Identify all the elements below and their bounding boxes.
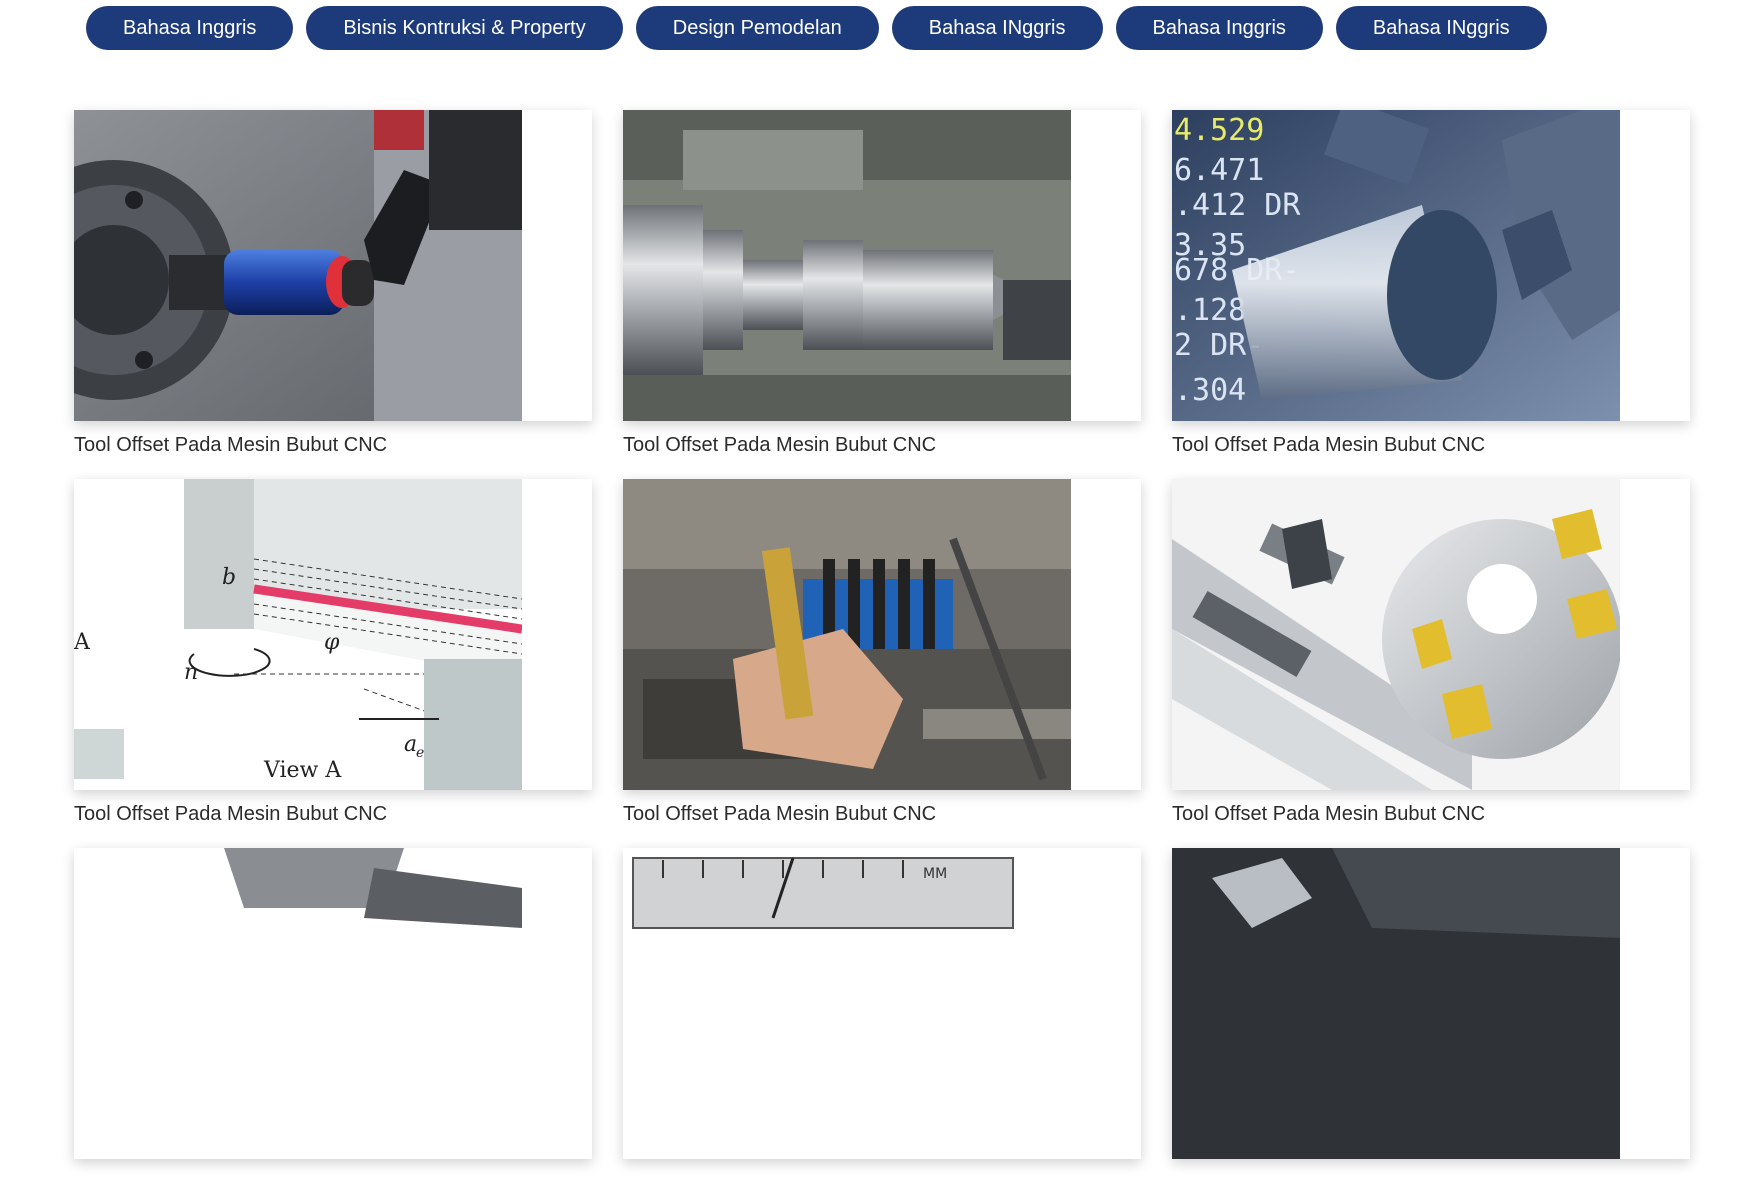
tab-bisnis-kontruksi-property[interactable]: Bisnis Kontruksi & Property (306, 6, 623, 50)
cutting-diagram-image: b A n φ a e View A (74, 479, 522, 790)
article-card[interactable] (74, 848, 592, 1195)
milling-machine-hand-image (623, 479, 1071, 790)
article-card[interactable]: Tool Offset Pada Mesin Bubut CNC (623, 479, 1141, 826)
article-thumbnail[interactable] (74, 110, 592, 421)
article-thumbnail[interactable] (1172, 479, 1690, 790)
partial-tool-image (74, 848, 522, 1159)
cnc-readout-cylinder-image: 4.529 6.471 .412 DR 3.35 678 DR- .128 2 … (1172, 110, 1620, 421)
diagram-label: e (416, 745, 424, 761)
article-card[interactable]: b A n φ a e View A Tool Offset Pada Mesi… (74, 479, 592, 826)
tab-bahasa-inggris-2[interactable]: Bahasa INggris (891, 6, 1103, 50)
article-thumbnail[interactable]: b A n φ a e View A (74, 479, 592, 790)
article-title[interactable]: Tool Offset Pada Mesin Bubut CNC (74, 433, 592, 457)
article-card[interactable]: Tool Offset Pada Mesin Bubut CNC (623, 110, 1141, 457)
article-title[interactable] (1172, 1171, 1690, 1195)
article-card[interactable]: 4.529 6.471 .412 DR 3.35 678 DR- .128 2 … (1172, 110, 1690, 457)
tab-design-pemodelan[interactable]: Design Pemodelan (635, 6, 879, 50)
article-thumbnail[interactable] (623, 110, 1141, 421)
article-card[interactable]: Tool Offset Pada Mesin Bubut CNC (1172, 479, 1690, 826)
article-title[interactable] (74, 1171, 592, 1195)
diagram-label: n (184, 660, 198, 685)
tab-bahasa-inggris-3[interactable]: Bahasa Inggris (1115, 6, 1323, 50)
article-title[interactable]: Tool Offset Pada Mesin Bubut CNC (1172, 433, 1690, 457)
article-title[interactable]: Tool Offset Pada Mesin Bubut CNC (1172, 802, 1690, 826)
readout-line: 6.471 (1174, 153, 1264, 188)
article-thumbnail[interactable] (74, 848, 592, 1159)
readout-line: .304 (1174, 373, 1246, 408)
article-title[interactable] (623, 1171, 1141, 1195)
partial-gauge-image: MM (623, 848, 1071, 1159)
diagram-label: A (74, 630, 91, 655)
tab-bahasa-inggris-4[interactable]: Bahasa INggris (1335, 6, 1547, 50)
article-thumbnail[interactable]: MM (623, 848, 1141, 1159)
article-grid: Tool Offset Pada Mesin Bubut CNC Tool Of… (74, 110, 1694, 1195)
category-tabs: Bahasa Inggris Bisnis Kontruksi & Proper… (86, 6, 1547, 50)
diagram-label: φ (324, 630, 340, 655)
diagram-label: b (222, 565, 236, 590)
gauge-label: MM (923, 866, 947, 882)
article-thumbnail[interactable]: 4.529 6.471 .412 DR 3.35 678 DR- .128 2 … (1172, 110, 1690, 421)
article-card[interactable] (1172, 848, 1690, 1195)
article-title[interactable]: Tool Offset Pada Mesin Bubut CNC (623, 802, 1141, 826)
tab-bahasa-inggris-1[interactable]: Bahasa Inggris (86, 6, 294, 50)
article-thumbnail[interactable] (1172, 848, 1690, 1159)
article-thumbnail[interactable] (623, 479, 1141, 790)
readout-line: .412 DR (1174, 188, 1301, 223)
readout-line: .128 (1174, 293, 1246, 328)
diagram-label: View A (263, 758, 342, 783)
article-card[interactable]: Tool Offset Pada Mesin Bubut CNC (74, 110, 592, 457)
cnc-tool-probe-image (74, 110, 522, 421)
article-title[interactable]: Tool Offset Pada Mesin Bubut CNC (623, 433, 1141, 457)
partial-cutter-image (1172, 848, 1620, 1159)
milling-cutters-image (1172, 479, 1620, 790)
readout-line: 4.529 (1174, 113, 1264, 148)
article-card[interactable]: MM (623, 848, 1141, 1195)
lathe-turned-part-image (623, 110, 1071, 421)
article-title[interactable]: Tool Offset Pada Mesin Bubut CNC (74, 802, 592, 826)
